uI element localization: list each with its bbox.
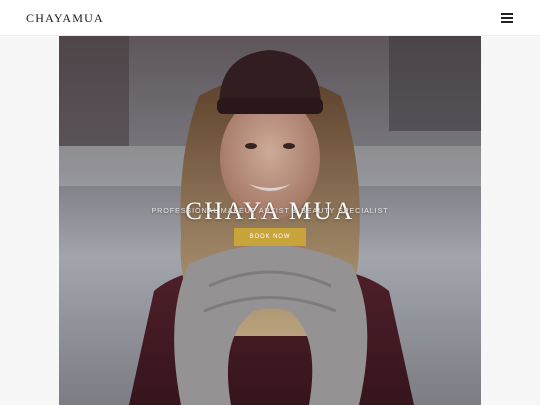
menu-bar <box>501 21 513 23</box>
menu-bar <box>501 17 513 19</box>
hamburger-menu-icon[interactable] <box>500 12 514 24</box>
menu-bar <box>501 13 513 15</box>
book-now-button[interactable]: BOOK NOW <box>234 228 306 246</box>
hero-subtitle: PROFESSIONAL MAKEUP ARTIST & BEAUTY SPEC… <box>151 206 389 215</box>
site-logo[interactable]: CHAYAMUA <box>26 11 104 26</box>
hero-banner: CHAYA MUA PROFESSIONAL MAKEUP ARTIST & B… <box>59 36 481 405</box>
site-header: CHAYAMUA <box>0 0 540 36</box>
